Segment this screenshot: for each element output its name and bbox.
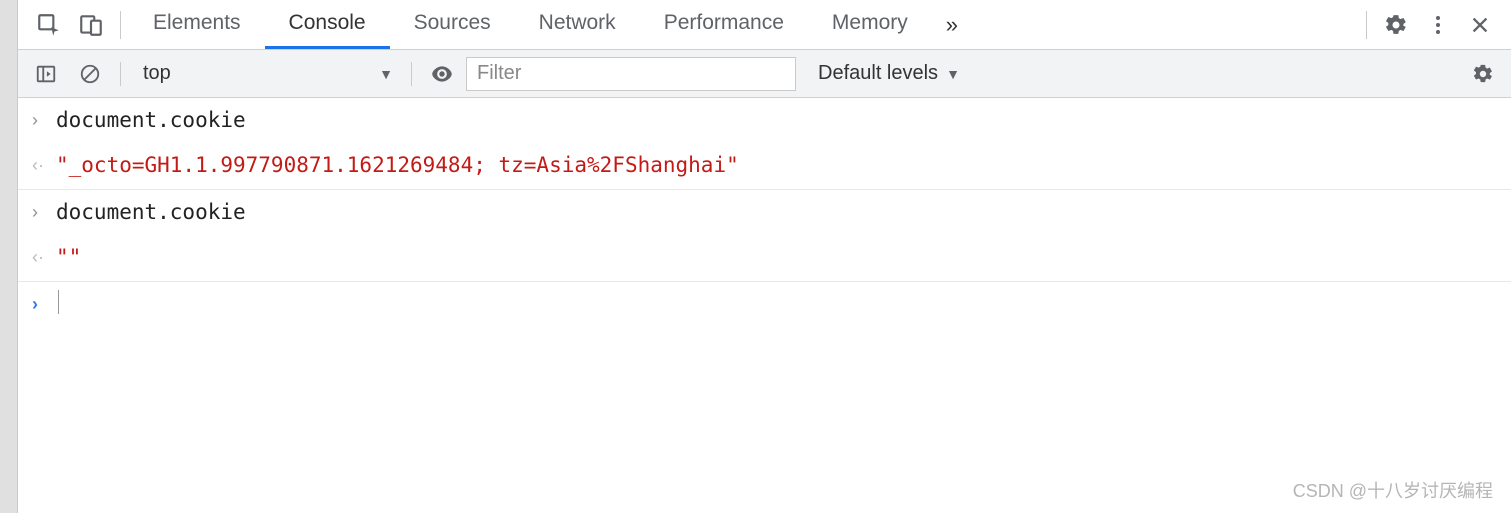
dropdown-triangle-icon: ▼ — [946, 66, 960, 82]
settings-gear-icon[interactable] — [1375, 0, 1417, 50]
console-output-row: ‹· "_octo=GH1.1.997790871.1621269484; tz… — [18, 143, 1511, 189]
console-output-text: "_octo=GH1.1.997790871.1621269484; tz=As… — [56, 151, 1503, 180]
kebab-menu-icon[interactable] — [1417, 0, 1459, 50]
log-levels-select[interactable]: Default levels ▼ — [818, 62, 960, 85]
console-settings-gear-icon[interactable] — [1463, 50, 1503, 98]
tab-memory[interactable]: Memory — [808, 0, 932, 49]
divider — [411, 62, 412, 86]
input-chevron-icon: › — [32, 106, 56, 133]
output-chevron-icon: ‹· — [32, 243, 56, 270]
device-toolbar-icon[interactable] — [70, 0, 112, 50]
dropdown-triangle-icon: ▼ — [379, 66, 393, 82]
close-devtools-icon[interactable] — [1459, 0, 1501, 50]
divider — [120, 62, 121, 86]
tab-performance[interactable]: Performance — [640, 0, 808, 49]
inspect-element-icon[interactable] — [28, 0, 70, 50]
context-label: top — [143, 62, 171, 85]
tab-elements[interactable]: Elements — [129, 0, 265, 49]
console-input-row: › document.cookie — [18, 190, 1511, 235]
prompt-chevron-icon: › — [32, 290, 56, 317]
tab-network[interactable]: Network — [515, 0, 640, 49]
divider — [1366, 11, 1367, 39]
console-output-text: "" — [56, 243, 1503, 272]
console-log-area[interactable]: › document.cookie ‹· "_octo=GH1.1.997790… — [18, 98, 1511, 513]
devtools-tabbar: Elements Console Sources Network Perform… — [18, 0, 1511, 50]
console-prompt-caret[interactable] — [58, 290, 1503, 314]
console-output-row: ‹· "" — [18, 235, 1511, 281]
tab-sources[interactable]: Sources — [390, 0, 515, 49]
tabs-list: Elements Console Sources Network Perform… — [129, 0, 932, 49]
filter-input[interactable] — [466, 57, 796, 91]
console-prompt-row[interactable]: › — [18, 282, 1511, 325]
more-tabs-button[interactable]: » — [932, 12, 972, 38]
live-expression-icon[interactable] — [422, 50, 462, 98]
input-chevron-icon: › — [32, 198, 56, 225]
tab-console[interactable]: Console — [265, 0, 390, 49]
sidebar-toggle-icon[interactable] — [26, 50, 66, 98]
divider — [120, 11, 121, 39]
execution-context-select[interactable]: top ▼ — [131, 57, 401, 91]
levels-label: Default levels — [818, 62, 938, 85]
left-gutter — [0, 0, 18, 513]
clear-console-icon[interactable] — [70, 50, 110, 98]
console-input-text: document.cookie — [56, 198, 1503, 227]
console-toolbar: top ▼ Default levels ▼ — [18, 50, 1511, 98]
console-input-text: document.cookie — [56, 106, 1503, 135]
console-input-row: › document.cookie — [18, 98, 1511, 143]
output-chevron-icon: ‹· — [32, 151, 56, 178]
